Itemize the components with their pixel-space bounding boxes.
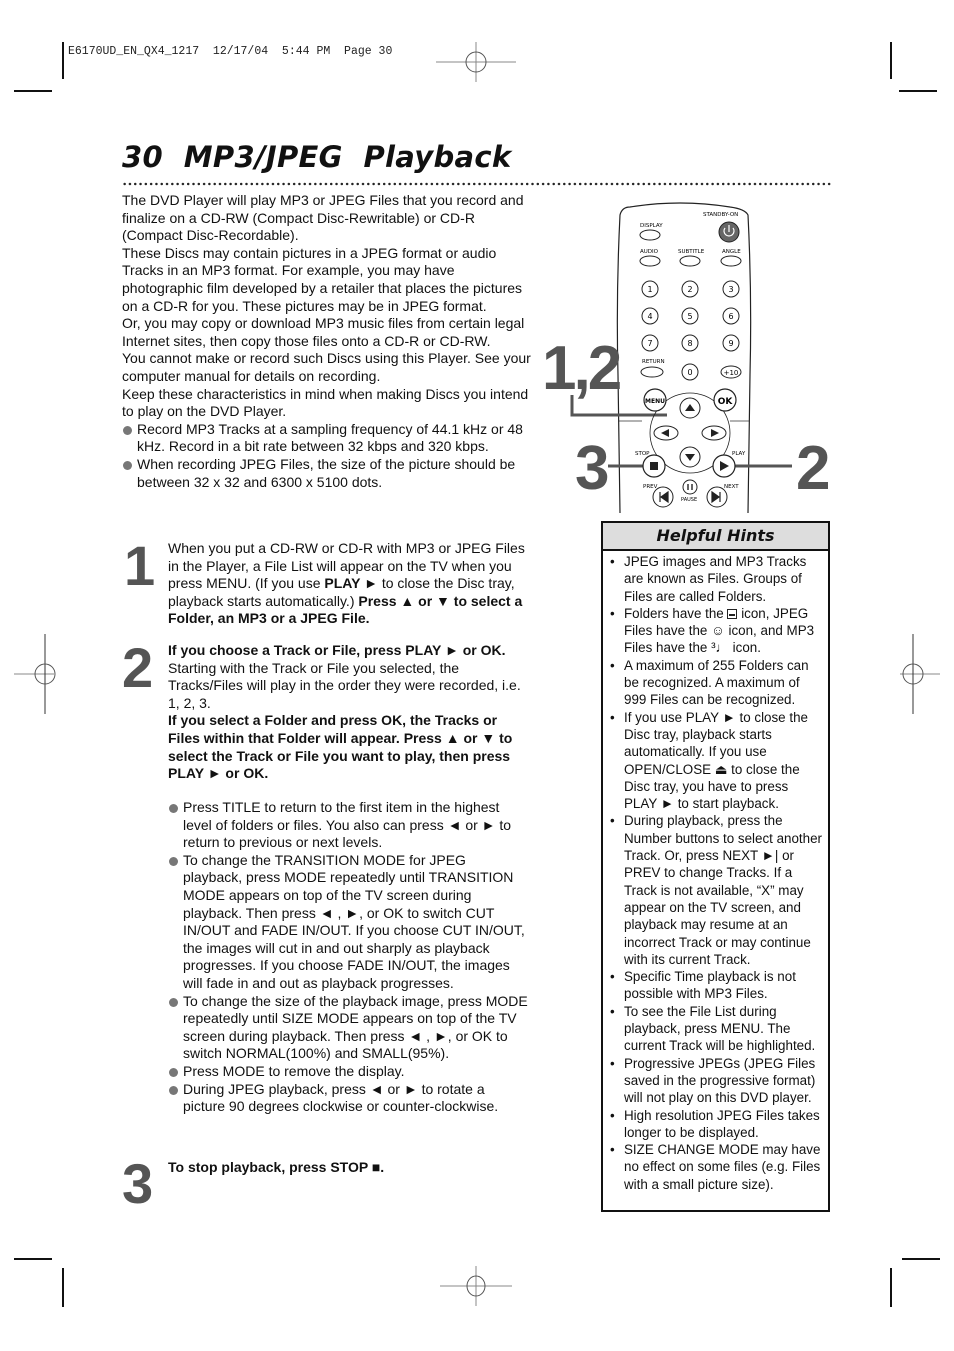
step-text: Starting with the Track or File you sele… (168, 659, 521, 711)
digit-label: 9 (728, 339, 733, 348)
callout-steps-1-2: 1,2 (542, 334, 622, 403)
subtitle-label: SUBTITLE (678, 249, 705, 255)
page-title: 30 MP3/JPEG Playback (122, 140, 511, 174)
hint-item: Specific Time playback is not possible w… (609, 968, 822, 1003)
return-button[interactable] (640, 366, 664, 378)
audio-label: AUDIO (640, 249, 659, 255)
stop-label: STOP (635, 451, 650, 457)
hint-item: To see the File List during playback, pr… (609, 1003, 822, 1055)
hint-text: Folders have the (624, 605, 728, 621)
hint-item: Progressive JPEGs (JPEG Files saved in t… (609, 1055, 822, 1107)
intro-paragraph: You cannot make or record such Discs usi… (122, 350, 531, 384)
step-bold-text: To stop playback, press STOP ■. (168, 1159, 385, 1175)
note-bullet: Press TITLE to return to the first item … (168, 799, 528, 852)
number-buttons: 1 2 3 4 5 6 7 8 9 0 (641, 280, 740, 381)
intro-section: The DVD Player will play MP3 or JPEG Fil… (122, 192, 532, 491)
digit-label: 6 (728, 312, 733, 321)
step-2-text: If you choose a Track or File, press PLA… (168, 642, 528, 783)
display-label: DISPLAY (640, 223, 663, 229)
crop-mark (902, 1258, 940, 1260)
crop-mark (899, 90, 937, 92)
digit-label: 5 (687, 312, 692, 321)
crop-mark (14, 90, 52, 92)
intro-bullet: When recording JPEG Files, the size of t… (122, 456, 532, 491)
title-dotted-rule (122, 182, 832, 186)
step-bold-text: If you select a Folder and press OK, the… (168, 712, 513, 782)
step-3-text: To stop playback, press STOP ■. (168, 1159, 528, 1177)
digit-label: 7 (647, 339, 652, 348)
intro-paragraph: The DVD Player will play MP3 or JPEG Fil… (122, 192, 524, 244)
stop-icon (650, 462, 658, 470)
crop-mark (890, 1268, 892, 1307)
registration-mark-left (14, 634, 56, 714)
angle-button[interactable] (720, 255, 742, 267)
subtitle-button[interactable] (679, 255, 701, 267)
step-2-notes: Press TITLE to return to the first item … (168, 799, 528, 1116)
helpful-hints-box: Helpful Hints JPEG images and MP3 Tracks… (601, 521, 830, 1212)
digit-label: 3 (728, 285, 733, 294)
intro-paragraph: These Discs may contain pictures in a JP… (122, 244, 523, 314)
note-bullet: During JPEG playback, press ◄ or ► to ro… (168, 1081, 528, 1116)
next-label: NEXT (724, 484, 739, 490)
callout-step-3: 3 (575, 434, 610, 503)
pause-label: PAUSE (681, 497, 697, 503)
hint-item: During playback, press the Number button… (609, 812, 822, 968)
step-bold-text: If you choose a Track or File, press PLA… (168, 642, 506, 658)
hint-item: A maximum of 255 Folders can be recogniz… (609, 657, 822, 709)
jpeg-file-icon: ☺ (711, 623, 725, 639)
registration-mark-bottom (440, 1266, 512, 1306)
intro-paragraph: Or, you may copy or download MP3 music f… (122, 315, 525, 349)
hint-item: SIZE CHANGE MODE may have no effect on s… (609, 1141, 822, 1193)
digit-label: 1 (647, 285, 652, 294)
digit-label: 0 (687, 368, 692, 377)
registration-mark-right (900, 634, 940, 714)
helpful-hints-title: Helpful Hints (603, 523, 828, 551)
page-title-text: MP3/JPEG Playback (183, 140, 512, 174)
ok-label: OK (718, 397, 734, 407)
note-bullet: To change the TRANSITION MODE for JPEG p… (168, 852, 528, 993)
prev-label: PREV (643, 484, 658, 490)
crop-mark (62, 1268, 64, 1307)
registration-mark-top (436, 42, 516, 82)
hint-item: Folders have the icon, JPEG Files have t… (609, 605, 822, 657)
note-bullet: Press MODE to remove the display. (168, 1063, 528, 1081)
display-button[interactable] (639, 229, 661, 241)
step-1-text: When you put a CD-RW or CD-R with MP3 or… (168, 540, 528, 628)
audio-button[interactable] (639, 255, 661, 267)
callout-step-2: 2 (796, 434, 831, 503)
print-slug: E6170UD_EN_QX4_1217 12/17/04 5:44 PM Pag… (68, 45, 393, 58)
step-bold-text: PLAY ► (324, 575, 378, 592)
hint-item: High resolution JPEG Files takes longer … (609, 1107, 822, 1142)
hint-item: JPEG images and MP3 Tracks are known as … (609, 553, 822, 605)
crop-mark (62, 42, 64, 79)
hint-text: icon. (728, 640, 761, 656)
note-bullet: To change the size of the playback image… (168, 993, 528, 1063)
plus10-label: +10 (724, 369, 739, 377)
folder-icon (727, 608, 738, 619)
digit-label: 2 (687, 285, 692, 294)
step-number-1: 1 (124, 534, 156, 597)
pause-button[interactable] (682, 479, 698, 495)
hint-item: If you use PLAY ► to close the Disc tray… (609, 709, 822, 813)
menu-label: MENU (645, 398, 665, 405)
angle-label: ANGLE (722, 249, 741, 255)
intro-paragraph: Keep these characteristics in mind when … (122, 385, 529, 420)
crop-mark (890, 42, 892, 79)
standby-label: STANDBY-ON (703, 212, 738, 218)
digit-label: 4 (647, 312, 652, 321)
mp3-file-icon: ³♩ (711, 640, 729, 656)
crop-mark (14, 1258, 52, 1260)
hints-list: JPEG images and MP3 Tracks are known as … (603, 551, 828, 1193)
step-number-2: 2 (122, 636, 154, 699)
digit-label: 8 (687, 339, 692, 348)
play-label: PLAY (732, 451, 746, 457)
return-label: RETURN (642, 359, 665, 365)
page-number: 30 (122, 140, 163, 174)
step-number-3: 3 (122, 1152, 154, 1215)
intro-bullet: Record MP3 Tracks at a sampling frequenc… (122, 421, 532, 456)
